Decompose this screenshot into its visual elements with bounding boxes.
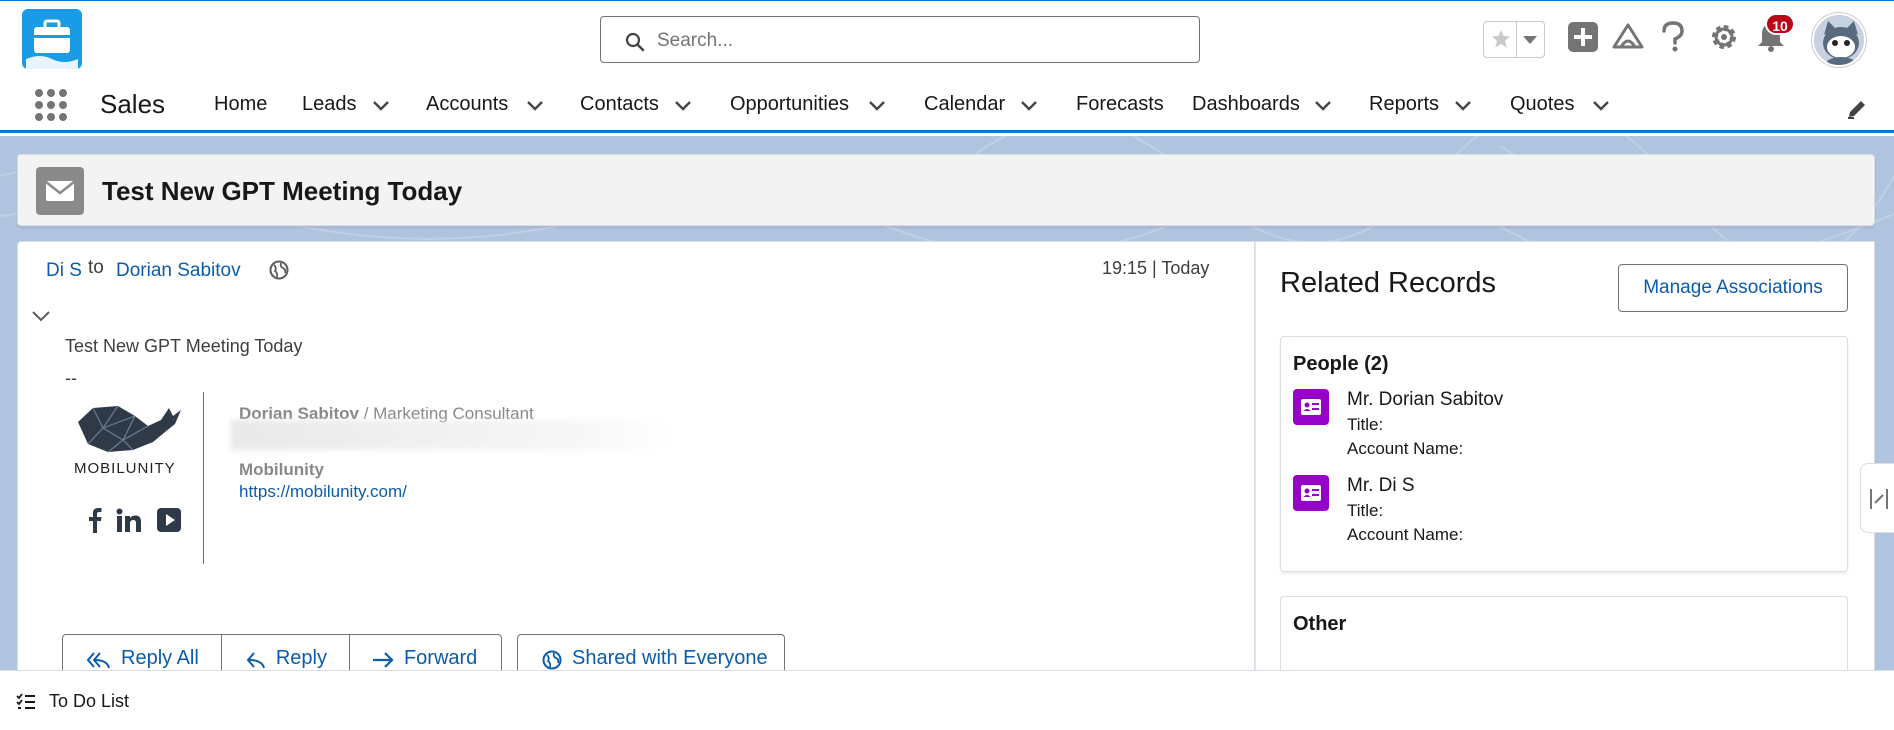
- nav-item-opportunities[interactable]: Opportunities: [730, 93, 849, 116]
- chevron-down-icon[interactable]: [674, 100, 692, 111]
- signature-separator: --: [65, 368, 77, 388]
- divider: [1516, 22, 1517, 57]
- sender-link[interactable]: Di S: [46, 260, 82, 282]
- nav-item-accounts[interactable]: Accounts: [426, 93, 508, 116]
- app-nav-bar: Sales Home Leads Accounts Contacts Oppor…: [0, 78, 1894, 186]
- signature-divider: [203, 392, 204, 564]
- reply-all-icon: [87, 651, 111, 669]
- related-records-panel: Related Records Manage Associations Peop…: [1255, 241, 1875, 686]
- reply-label: Reply: [275, 647, 327, 669]
- nav-item-home[interactable]: Home: [214, 93, 267, 116]
- notification-badge: 10: [1765, 13, 1795, 35]
- person-account-label: Account Name:: [1347, 439, 1464, 458]
- chevron-down-icon[interactable]: [1592, 100, 1610, 111]
- logo-wordmark: MOBILUNITY: [74, 460, 176, 477]
- email-timestamp: 19:15 | Today: [1102, 258, 1210, 278]
- chevron-down-icon[interactable]: [1522, 35, 1538, 45]
- chevron-down-icon[interactable]: [372, 100, 390, 111]
- related-records-title: Related Records: [1280, 267, 1496, 299]
- nav-item-forecasts[interactable]: Forecasts: [1076, 93, 1164, 116]
- user-avatar[interactable]: [1812, 13, 1866, 67]
- pencil-icon[interactable]: [1846, 98, 1868, 120]
- nav-item-reports[interactable]: Reports: [1369, 93, 1439, 116]
- gear-icon[interactable]: [1708, 21, 1740, 53]
- person-name-link[interactable]: Mr. Di S: [1347, 475, 1415, 497]
- nav-item-dashboards[interactable]: Dashboards: [1192, 93, 1300, 116]
- nav-item-leads[interactable]: Leads: [302, 93, 357, 116]
- chevron-down-icon[interactable]: [1454, 100, 1472, 111]
- person-title-label: Title:: [1347, 501, 1384, 520]
- forward-label: Forward: [403, 647, 478, 669]
- email-icon: [36, 167, 84, 215]
- app-launcher-icon[interactable]: [34, 88, 68, 122]
- forward-arrow-icon: [372, 651, 394, 669]
- todo-list-button[interactable]: To Do List: [49, 691, 129, 712]
- chevron-down-icon[interactable]: [868, 100, 886, 111]
- search-icon: [625, 32, 645, 52]
- email-card: Di S to Dorian Sabitov 19:15 | Today Tes…: [17, 241, 1255, 682]
- nav-item-calendar[interactable]: Calendar: [924, 93, 1005, 116]
- contact-icon: [1293, 475, 1329, 511]
- signature-company: Mobilunity: [239, 460, 324, 479]
- salesforce-logo[interactable]: [22, 9, 82, 69]
- people-card: People (2) Mr. Dorian Sabitov Title: Acc…: [1280, 336, 1848, 572]
- email-body-subject: Test New GPT Meeting Today: [65, 336, 303, 356]
- linkedin-icon[interactable]: [116, 508, 142, 532]
- contact-icon: [1293, 389, 1329, 425]
- person-name-link[interactable]: Mr. Dorian Sabitov: [1347, 389, 1503, 411]
- app-name: Sales: [100, 89, 166, 119]
- utility-float-button[interactable]: [1860, 463, 1894, 533]
- global-header: Search... 10: [0, 0, 1894, 78]
- signature-url-link[interactable]: https://mobilunity.com/: [239, 482, 407, 502]
- globe-icon: [269, 260, 289, 280]
- blurred-contact-info: [231, 420, 671, 450]
- people-section-title: People (2): [1293, 353, 1389, 375]
- global-search-input[interactable]: Search...: [600, 16, 1200, 63]
- utility-bar: To Do List: [0, 670, 1894, 730]
- recipient-link[interactable]: Dorian Sabitov: [116, 260, 241, 282]
- pin-layout-icon: [1869, 487, 1889, 511]
- manage-associations-button[interactable]: Manage Associations: [1618, 264, 1848, 312]
- chevron-down-icon[interactable]: [1020, 100, 1038, 111]
- help-icon[interactable]: [1660, 21, 1686, 53]
- person-account-label: Account Name:: [1347, 525, 1464, 544]
- to-label: to: [88, 257, 104, 278]
- person-title-label: Title:: [1347, 415, 1384, 434]
- nav-item-quotes[interactable]: Quotes: [1510, 93, 1574, 116]
- reply-all-label: Reply All: [121, 647, 199, 669]
- other-section-title: Other: [1293, 613, 1347, 635]
- chevron-down-icon[interactable]: [1314, 100, 1332, 111]
- nav-item-contacts[interactable]: Contacts: [580, 93, 659, 116]
- plus-icon[interactable]: [1567, 21, 1599, 53]
- trailhead-icon[interactable]: [1612, 21, 1644, 53]
- record-title: Test New GPT Meeting Today: [102, 176, 463, 206]
- favorites-group: [1483, 21, 1545, 58]
- youtube-icon[interactable]: [156, 507, 182, 533]
- chevron-down-icon[interactable]: [526, 100, 544, 111]
- search-placeholder: Search...: [657, 30, 734, 51]
- facebook-icon[interactable]: [88, 507, 102, 533]
- social-icons: [88, 507, 182, 533]
- record-header: Test New GPT Meeting Today: [17, 154, 1875, 226]
- checklist-icon: [16, 693, 36, 711]
- star-icon[interactable]: [1491, 29, 1511, 49]
- reply-icon: [246, 651, 266, 669]
- chevron-down-icon[interactable]: [31, 310, 51, 322]
